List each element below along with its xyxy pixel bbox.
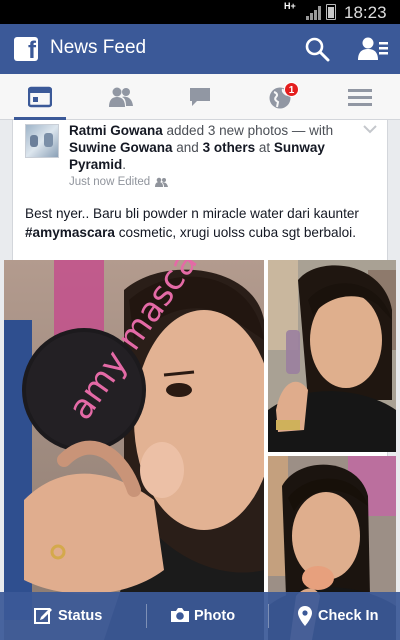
post-text: cosmetic, xrugi uolss cuba sgt berbaloi.: [114, 225, 356, 240]
post-timestamp[interactable]: Just now: [69, 176, 114, 188]
post-body: Best nyer.. Baru bli powder n miracle wa…: [25, 204, 387, 242]
post-photo-second[interactable]: [268, 260, 396, 452]
headline-text: added 3 new photos — with: [162, 123, 334, 138]
status-button[interactable]: Status: [30, 592, 130, 640]
tab-bar: [0, 74, 400, 120]
notification-count-badge: 1: [284, 82, 299, 97]
author-name-link[interactable]: Ratmi Gowana: [69, 123, 163, 138]
friend-requests-icon: [109, 87, 133, 107]
audience-friends-icon[interactable]: [155, 177, 169, 187]
woman-with-spray-image: [268, 260, 396, 452]
signal-strength-icon: [306, 6, 321, 20]
composer-action-bar: Status Photo Check In: [0, 592, 400, 640]
check-in-button-label: Check In: [318, 608, 379, 624]
avatar[interactable]: [25, 124, 59, 158]
headline-text: .: [122, 157, 127, 172]
post-photo-main[interactable]: amy mascara: [4, 260, 264, 640]
hashtag-link[interactable]: #amymascara: [25, 225, 115, 240]
post-headline: Ratmi Gowana added 3 new photos — with S…: [69, 122, 359, 173]
status-button-label: Status: [58, 608, 103, 624]
search-icon[interactable]: [304, 36, 330, 62]
network-type-indicator: H+: [284, 1, 296, 11]
page-title: News Feed: [50, 37, 147, 58]
edited-label[interactable]: Edited: [118, 176, 151, 188]
tagged-others-link[interactable]: 3 others: [203, 140, 256, 155]
tab-friend-requests[interactable]: [80, 74, 160, 120]
more-menu-icon: [348, 89, 372, 106]
location-pin-icon: [298, 606, 312, 626]
chevron-down-icon[interactable]: [363, 124, 377, 134]
tagged-friend-link[interactable]: Suwine Gowana: [69, 140, 173, 155]
edit-status-icon: [34, 608, 52, 624]
clock: 18:23: [344, 3, 387, 22]
headline-text: and: [172, 140, 203, 155]
post-text: Best nyer.. Baru bli powder n miracle wa…: [25, 206, 359, 221]
friend-requests-icon[interactable]: [358, 36, 388, 62]
camera-icon: [171, 608, 189, 622]
app-header: f News Feed: [0, 24, 400, 74]
check-in-button[interactable]: Check In: [296, 592, 396, 640]
photo-button[interactable]: Photo: [166, 592, 266, 640]
news-feed-icon: [28, 86, 52, 108]
tab-more[interactable]: [320, 74, 400, 120]
system-status-bar: H+ 18:23: [0, 0, 400, 24]
messages-icon: [190, 88, 210, 106]
woman-with-mirror-image: amy mascara: [4, 260, 264, 640]
action-divider: [268, 604, 269, 628]
facebook-logo-icon[interactable]: f: [14, 37, 38, 64]
tab-news-feed[interactable]: [0, 74, 80, 120]
tab-messages[interactable]: [160, 74, 240, 120]
action-divider: [146, 604, 147, 628]
tab-notifications[interactable]: [240, 74, 320, 120]
post-meta: Just now Edited: [69, 176, 169, 188]
photo-button-label: Photo: [194, 608, 236, 624]
battery-icon: [326, 4, 336, 20]
headline-text: at: [255, 140, 274, 155]
